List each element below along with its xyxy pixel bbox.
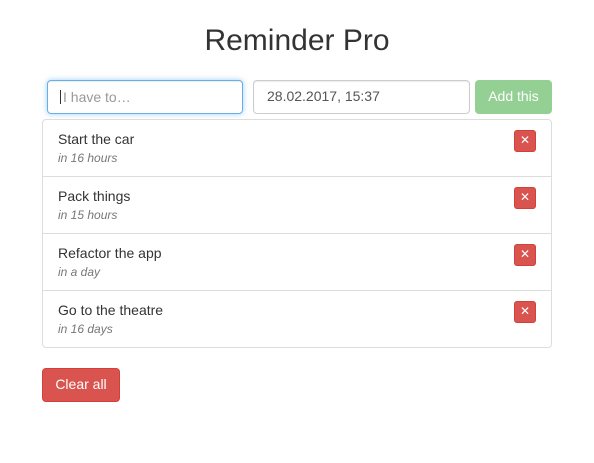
delete-reminder-button[interactable]: ✕ xyxy=(514,301,536,323)
reminder-item: Start the car in 16 hours ✕ xyxy=(43,120,551,177)
close-icon: ✕ xyxy=(519,190,531,204)
reminder-due-time: in 16 days xyxy=(58,322,113,336)
reminder-item: Refactor the app in a day ✕ xyxy=(43,234,551,291)
delete-reminder-button[interactable]: ✕ xyxy=(514,244,536,266)
reminder-date-input[interactable]: 28.02.2017, 15:37 xyxy=(253,80,470,114)
reminder-due-time: in a day xyxy=(58,265,101,279)
reminder-due-time: in 16 hours xyxy=(58,151,118,165)
reminder-text: Go to the theatre xyxy=(58,302,164,318)
close-icon: ✕ xyxy=(519,247,531,261)
reminder-text: Pack things xyxy=(58,188,131,204)
reminder-text: Refactor the app xyxy=(58,245,162,261)
reminder-list: Start the car in 16 hours ✕ Pack things … xyxy=(42,119,552,348)
page-title: Reminder Pro xyxy=(204,24,390,57)
reminder-text-placeholder: I have to… xyxy=(63,89,131,105)
delete-reminder-button[interactable]: ✕ xyxy=(514,187,536,209)
close-icon: ✕ xyxy=(519,133,531,147)
reminder-item: Pack things in 15 hours ✕ xyxy=(43,177,551,234)
reminder-item: Go to the theatre in 16 days ✕ xyxy=(43,291,551,347)
reminder-text-input[interactable]: I have to… xyxy=(47,80,243,114)
delete-reminder-button[interactable]: ✕ xyxy=(514,130,536,152)
reminder-due-time: in 15 hours xyxy=(58,208,118,222)
add-reminder-button[interactable]: Add this xyxy=(475,80,552,114)
reminder-text: Start the car xyxy=(58,131,135,147)
close-icon: ✕ xyxy=(519,304,531,318)
text-caret xyxy=(60,90,61,105)
clear-all-button[interactable]: Clear all xyxy=(42,368,120,402)
